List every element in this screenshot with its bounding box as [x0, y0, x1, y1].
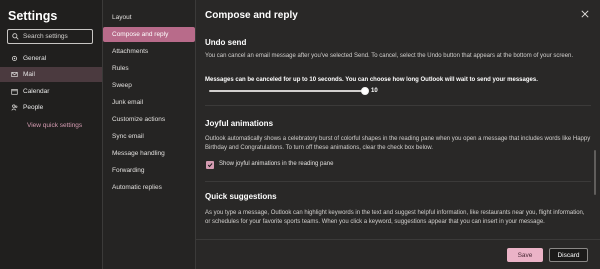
quick-suggestions-description: As you type a message, Outlook can highl… — [205, 210, 585, 225]
category-mail[interactable]: Mail — [0, 67, 102, 82]
section-divider — [205, 181, 591, 182]
undo-send-slider-caption: Messages can be canceled for up to 10 se… — [205, 77, 538, 83]
search-placeholder: Search settings — [23, 33, 68, 40]
submenu-customize-actions[interactable]: Customize actions — [103, 112, 195, 127]
submenu-rules[interactable]: Rules — [103, 61, 195, 76]
people-icon — [11, 104, 18, 111]
quick-suggestions-title: Quick suggestions — [205, 192, 277, 201]
mail-submenu: Layout Compose and reply Attachments Rul… — [103, 0, 196, 269]
settings-nav: Settings Search settings General Mail Ca… — [0, 0, 103, 269]
undo-send-slider-value: 10 — [371, 88, 378, 94]
category-label: People — [23, 104, 44, 111]
content-scrollbar[interactable] — [594, 150, 596, 195]
submenu-sweep[interactable]: Sweep — [103, 78, 195, 93]
category-calendar[interactable]: Calendar — [0, 84, 102, 99]
gear-icon — [12, 56, 17, 61]
undo-send-slider-track[interactable] — [209, 90, 365, 92]
category-label: Mail — [23, 71, 35, 78]
settings-title: Settings — [8, 9, 58, 23]
category-label: Calendar — [23, 88, 50, 95]
joyful-animations-checkbox[interactable] — [206, 161, 214, 169]
submenu-forwarding[interactable]: Forwarding — [103, 163, 195, 178]
undo-send-slider-thumb[interactable] — [361, 87, 369, 95]
mail-icon — [11, 72, 18, 77]
settings-content-panel: Compose and reply Undo send You can canc… — [196, 0, 600, 269]
checkmark-icon — [207, 163, 213, 168]
submenu-sync-email[interactable]: Sync email — [103, 129, 195, 144]
joyful-animations-checkbox-label: Show joyful animations in the reading pa… — [219, 161, 334, 167]
discard-button[interactable]: Discard — [549, 248, 588, 262]
search-settings-input[interactable]: Search settings — [7, 29, 93, 44]
category-people[interactable]: People — [0, 100, 102, 115]
submenu-attachments[interactable]: Attachments — [103, 44, 195, 59]
submenu-message-handling[interactable]: Message handling — [103, 146, 195, 161]
view-quick-settings-link[interactable]: View quick settings — [27, 122, 82, 129]
save-button[interactable]: Save — [507, 248, 543, 262]
category-general[interactable]: General — [0, 51, 102, 66]
joyful-animations-description: Outlook automatically shows a celebrator… — [205, 136, 591, 151]
section-divider — [205, 105, 591, 106]
close-icon — [581, 10, 589, 18]
submenu-automatic-replies[interactable]: Automatic replies — [103, 180, 195, 195]
close-button[interactable] — [580, 9, 590, 19]
footer-bar: Save Discard — [196, 239, 600, 269]
submenu-layout[interactable]: Layout — [103, 10, 195, 25]
search-icon — [12, 33, 19, 40]
submenu-junk-email[interactable]: Junk email — [103, 95, 195, 110]
undo-send-description: You can cancel an email message after yo… — [205, 53, 574, 59]
page-title: Compose and reply — [205, 10, 298, 21]
submenu-compose-and-reply[interactable]: Compose and reply — [103, 27, 195, 42]
category-label: General — [23, 55, 47, 62]
undo-send-title: Undo send — [205, 38, 247, 47]
joyful-animations-title: Joyful animations — [205, 119, 274, 128]
calendar-icon — [11, 89, 18, 95]
